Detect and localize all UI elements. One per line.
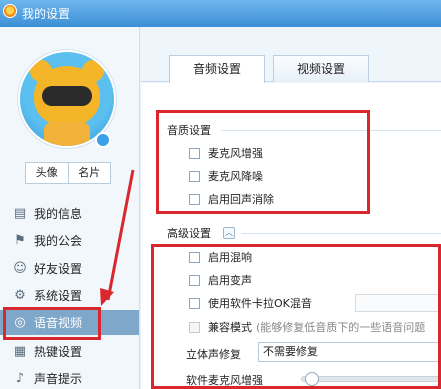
mic-boost-checkbox[interactable] — [189, 147, 200, 159]
avatar-tab[interactable]: 头像 — [26, 163, 68, 183]
sidebar-item-label: 声音提示 — [34, 372, 83, 386]
gear-icon: ⚙ — [14, 288, 26, 303]
stereo-fix-value: 不需要修复 — [263, 345, 318, 358]
mic-noise-reduction-checkbox[interactable] — [189, 170, 200, 182]
echo-cancellation-checkbox[interactable] — [189, 193, 200, 205]
sidebar-item-label: 我的信息 — [34, 207, 83, 221]
friends-icon: ☺ — [13, 261, 27, 276]
option-label: 使用软件卡拉OK混音 — [208, 297, 312, 310]
sidebar-item-hotkey-settings[interactable]: ▦ 热键设置 — [0, 339, 139, 364]
option-label: 启用变声 — [208, 274, 252, 287]
divider — [241, 233, 441, 234]
settings-tabbar: 音频设置 视频设置 — [141, 27, 441, 83]
mic-noise-reduction-option[interactable]: 麦克风降噪 — [189, 168, 263, 184]
sidebar-item-voice-video[interactable]: ◎ 语音视频 — [0, 310, 139, 335]
flag-icon: ⚑ — [14, 233, 26, 248]
soft-mic-boost-slider[interactable] — [301, 376, 441, 382]
headset-icon: ◎ — [14, 315, 26, 330]
vip-badge-icon — [95, 132, 111, 148]
sidebar-item-system-settings[interactable]: ⚙ 系统设置 — [0, 283, 139, 308]
sidebar-item-label: 好友设置 — [34, 262, 83, 276]
option-label: 启用混响 — [208, 251, 252, 264]
compat-mode-hint: (能够修复低音质下的一些语音问题 — [256, 321, 426, 334]
tab-video-settings[interactable]: 视频设置 — [273, 55, 369, 82]
sidebar-item-my-info[interactable]: ▤ 我的信息 — [0, 201, 139, 226]
title-bar: 我的设置 — [0, 0, 441, 27]
sidebar-item-sound-alerts[interactable]: ♪ 声音提示 — [0, 366, 139, 389]
settings-content: 音频设置 视频设置 音质设置 麦克风增强 麦克风降噪 启用回声消除 高级设置 ︿… — [141, 27, 441, 389]
stereo-fix-select[interactable]: 不需要修复 — [258, 342, 441, 362]
mic-boost-option[interactable]: 麦克风增强 — [189, 145, 263, 161]
compat-mode-option[interactable]: 兼容模式 (能够修复低音质下的一些语音问题 — [189, 319, 425, 335]
reverb-option[interactable]: 启用混响 — [189, 249, 252, 265]
id-card-icon: ▤ — [13, 206, 27, 221]
voice-changer-checkbox[interactable] — [189, 274, 200, 286]
audio-quality-title: 音质设置 — [167, 124, 211, 137]
soft-mic-boost-label: 软件麦克风增强 — [186, 374, 263, 387]
karaoke-mix-option[interactable]: 使用软件卡拉OK混音 — [189, 295, 312, 311]
option-label: 麦克风增强 — [208, 147, 263, 160]
karaoke-mix-field[interactable] — [355, 294, 441, 312]
sidebar-item-label: 系统设置 — [34, 289, 83, 303]
sidebar-item-label: 热键设置 — [34, 345, 83, 359]
compat-mode-checkbox[interactable] — [189, 321, 200, 333]
option-label: 启用回声消除 — [208, 193, 274, 206]
option-label: 兼容模式 — [208, 321, 252, 334]
voice-changer-option[interactable]: 启用变声 — [189, 272, 252, 288]
advanced-settings-title: 高级设置 — [167, 227, 211, 240]
reverb-checkbox[interactable] — [189, 251, 200, 263]
card-tab[interactable]: 名片 — [67, 163, 111, 183]
audio-settings-pane: 音质设置 麦克风增强 麦克风降噪 启用回声消除 高级设置 ︿ 启用混响 启用变声 — [141, 83, 441, 389]
echo-cancellation-option[interactable]: 启用回声消除 — [189, 191, 274, 207]
tab-audio-settings[interactable]: 音频设置 — [169, 55, 265, 83]
slider-thumb[interactable] — [305, 372, 320, 386]
sidebar-item-label: 我的公会 — [34, 234, 83, 248]
window-title: 我的设置 — [22, 7, 71, 21]
option-label: 麦克风降噪 — [208, 170, 263, 183]
profile-tabs: 头像 名片 — [25, 162, 111, 184]
app-logo-icon — [3, 4, 17, 18]
divider — [221, 130, 441, 131]
karaoke-mix-checkbox[interactable] — [189, 297, 200, 309]
sidebar-item-friend-settings[interactable]: ☺ 好友设置 — [0, 256, 139, 281]
keyboard-icon: ▦ — [13, 344, 27, 359]
stereo-fix-label: 立体声修复 — [186, 348, 241, 361]
sidebar-item-my-guild[interactable]: ⚑ 我的公会 — [0, 228, 139, 253]
sidebar-item-label: 语音视频 — [34, 316, 83, 330]
sidebar: 头像 名片 ▤ 我的信息 ⚑ 我的公会 ☺ 好友设置 ⚙ 系统设置 ◎ 语音视频… — [0, 27, 140, 389]
collapse-chevron-icon[interactable]: ︿ — [223, 227, 235, 239]
speaker-icon: ♪ — [15, 371, 25, 386]
